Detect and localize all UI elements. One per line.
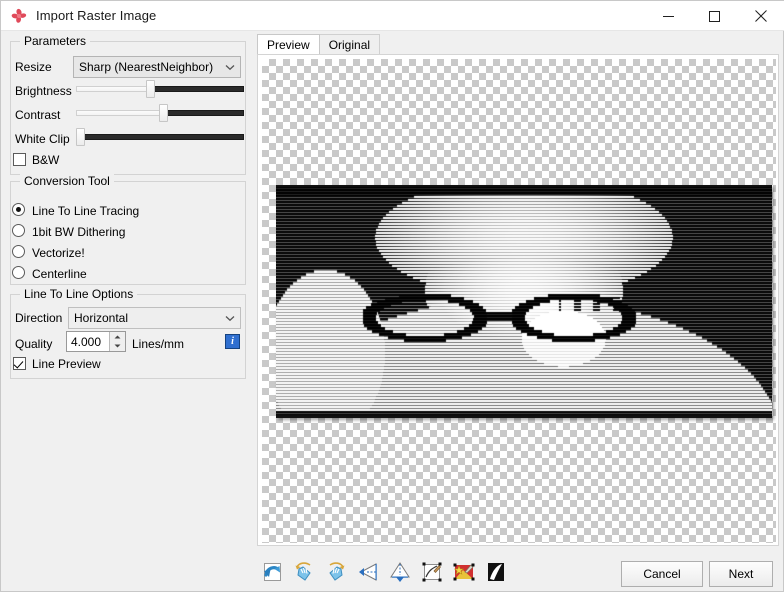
quality-stepper[interactable]: 4.000 [66,331,126,352]
image-tools-toolbar [257,557,513,587]
maximize-button[interactable] [691,1,737,31]
tab-original[interactable]: Original [318,34,381,54]
edit-contour-icon[interactable] [417,558,447,586]
tab-preview-label: Preview [267,37,310,52]
radio-vectorize[interactable]: Vectorize! [12,243,232,261]
line-trace-canvas [276,185,772,418]
resize-value: Sharp (NearestNeighbor) [79,60,214,74]
quality-label: Quality [15,337,53,351]
radio-label: Vectorize! [32,246,85,260]
raster-preview-image[interactable] [276,185,772,418]
white-clip-thumb[interactable] [76,128,85,146]
brightness-track-right [150,86,244,92]
radio-indicator [12,203,25,216]
spin-down-icon[interactable] [110,342,125,352]
contrast-label: Contrast [15,108,61,122]
title-bar: Import Raster Image [1,1,784,31]
white-clip-slider[interactable] [76,128,244,146]
resize-label: Resize [15,60,52,74]
line-preview-label: Line Preview [32,357,101,371]
rotate-right-icon[interactable] [321,558,351,586]
quality-spin-buttons[interactable] [109,332,125,351]
radio-label: 1bit BW Dithering [32,225,126,239]
contrast-track-right [163,110,244,116]
transparency-checkerboard [262,59,776,543]
settings-panel: Parameters Resize Sharp (NearestNeighbor… [1,32,253,552]
radio-indicator [12,245,25,258]
radio-label: Line To Line Tracing [32,204,140,218]
tab-preview[interactable]: Preview [257,34,320,54]
preview-pane[interactable] [257,54,779,546]
spin-up-icon[interactable] [110,332,125,342]
cancel-button[interactable]: Cancel [621,561,703,587]
flip-horizontal-icon[interactable] [353,558,383,586]
contrast-thumb[interactable] [159,104,168,122]
radio-centerline[interactable]: Centerline [12,264,232,282]
brightness-thumb[interactable] [146,80,155,98]
direction-label: Direction [15,311,63,325]
radio-line-to-line-tracing[interactable]: Line To Line Tracing [12,201,232,219]
next-button-label: Next [728,567,754,581]
flip-vertical-icon[interactable] [385,558,415,586]
minimize-button[interactable] [645,1,691,31]
tab-original-label: Original [328,37,371,52]
rotate-left-icon[interactable] [289,558,319,586]
contrast-track-left [76,110,163,116]
next-button[interactable]: Next [709,561,773,587]
quality-value: 4.000 [71,334,102,349]
window-controls [645,1,784,31]
invert-icon[interactable] [481,558,511,586]
flower-icon [10,7,28,25]
radio-1bit-bw-dithering[interactable]: 1bit BW Dithering [12,222,232,240]
cancel-button-label: Cancel [643,567,681,581]
contrast-slider[interactable] [76,104,244,122]
line-options-group-title: Line To Line Options [20,287,138,301]
reset-arrow-icon[interactable] [257,558,287,586]
conversion-tool-group-title: Conversion Tool [20,174,114,188]
window-title: Import Raster Image [36,8,157,23]
radio-label: Centerline [32,267,87,281]
color-adjust-icon[interactable] [449,558,479,586]
parameters-group-title: Parameters [20,34,91,48]
white-clip-label: White Clip [15,132,70,146]
brightness-label: Brightness [15,84,72,98]
direction-value: Horizontal [74,311,129,325]
brightness-track-left [76,86,150,92]
direction-dropdown[interactable]: Horizontal [68,307,241,329]
bw-label: B&W [32,153,60,167]
white-clip-track-right [80,134,244,140]
chevron-down-icon [220,57,240,77]
radio-indicator [12,224,25,237]
preview-tabs: Preview Original [257,34,381,54]
bw-checkbox[interactable] [13,153,26,166]
quality-unit-label: Lines/mm [132,337,185,351]
info-icon-label: i [231,336,234,347]
radio-indicator [12,266,25,279]
import-raster-image-dialog: Import Raster Image Parameters Resize Sh… [0,0,784,592]
close-button[interactable] [737,1,784,31]
line-preview-checkbox[interactable] [13,357,26,370]
brightness-slider[interactable] [76,80,244,98]
chevron-down-icon [220,308,240,328]
resize-dropdown[interactable]: Sharp (NearestNeighbor) [73,56,241,78]
info-icon[interactable]: i [225,334,240,349]
